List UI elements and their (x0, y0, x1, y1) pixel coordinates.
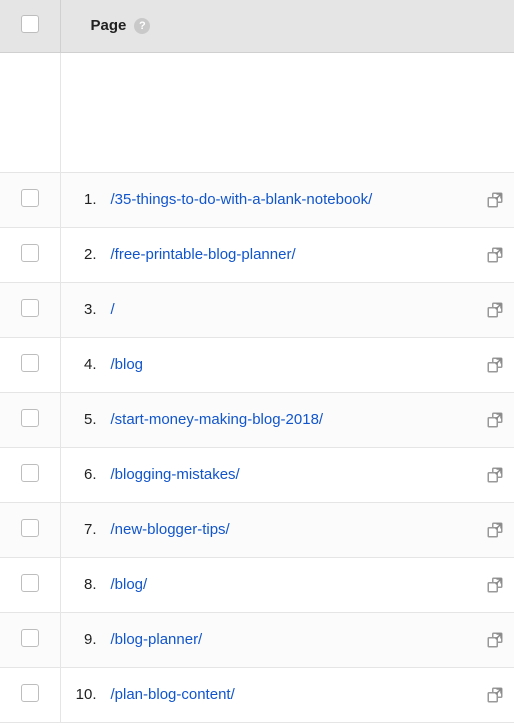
row-checkbox-cell (0, 337, 60, 392)
row-checkbox[interactable] (21, 299, 39, 317)
table-row: 5./start-money-making-blog-2018/ (0, 392, 514, 447)
open-external-icon[interactable] (486, 301, 504, 319)
row-checkbox[interactable] (21, 409, 39, 427)
spacer-content-cell (60, 52, 514, 172)
row-rank: 10. (61, 686, 111, 703)
table-row: 9./blog-planner/ (0, 612, 514, 667)
row-rank: 4. (61, 356, 111, 373)
page-path-link[interactable]: /blogging-mistakes/ (111, 465, 479, 485)
open-external-icon[interactable] (486, 411, 504, 429)
open-external-icon[interactable] (486, 466, 504, 484)
header-checkbox-cell (0, 0, 60, 52)
row-content-cell: 1./35-things-to-do-with-a-blank-notebook… (60, 172, 514, 227)
row-checkbox[interactable] (21, 354, 39, 372)
table-row: 1./35-things-to-do-with-a-blank-notebook… (0, 172, 514, 227)
row-rank: 9. (61, 631, 111, 648)
open-external-icon[interactable] (486, 246, 504, 264)
table-row: 4./blog (0, 337, 514, 392)
table-row: 8./blog/ (0, 557, 514, 612)
open-external-icon[interactable] (486, 631, 504, 649)
page-path-link[interactable]: /blog/ (111, 575, 479, 595)
table-row: 7./new-blogger-tips/ (0, 502, 514, 557)
row-checkbox-cell (0, 172, 60, 227)
row-content-cell: 8./blog/ (60, 557, 514, 612)
page-path-link[interactable]: /free-printable-blog-planner/ (111, 245, 479, 265)
row-content-cell: 4./blog (60, 337, 514, 392)
row-checkbox-cell (0, 667, 60, 722)
row-checkbox[interactable] (21, 574, 39, 592)
table-header-row: Page ? (0, 0, 514, 52)
pages-table: Page ? 1./35-things-to-do-with-a-blank-n… (0, 0, 514, 723)
row-checkbox[interactable] (21, 519, 39, 537)
row-content-cell: 3./ (60, 282, 514, 337)
row-checkbox-cell (0, 612, 60, 667)
table-row: 3./ (0, 282, 514, 337)
row-checkbox-cell (0, 282, 60, 337)
select-all-checkbox[interactable] (21, 15, 39, 33)
row-checkbox-cell (0, 227, 60, 282)
page-path-link[interactable]: /plan-blog-content/ (111, 685, 479, 705)
open-external-icon[interactable] (486, 191, 504, 209)
row-checkbox[interactable] (21, 684, 39, 702)
row-rank: 3. (61, 301, 111, 318)
row-rank: 5. (61, 411, 111, 428)
page-path-link[interactable]: /blog-planner/ (111, 630, 479, 650)
row-content-cell: 5./start-money-making-blog-2018/ (60, 392, 514, 447)
row-content-cell: 7./new-blogger-tips/ (60, 502, 514, 557)
open-external-icon[interactable] (486, 521, 504, 539)
page-path-link[interactable]: /blog (111, 355, 479, 375)
row-rank: 1. (61, 191, 111, 208)
spacer-checkbox-cell (0, 52, 60, 172)
row-checkbox[interactable] (21, 244, 39, 262)
open-external-icon[interactable] (486, 686, 504, 704)
page-path-link[interactable]: /new-blogger-tips/ (111, 520, 479, 540)
row-rank: 6. (61, 466, 111, 483)
row-rank: 8. (61, 576, 111, 593)
row-rank: 2. (61, 246, 111, 263)
row-content-cell: 10./plan-blog-content/ (60, 667, 514, 722)
table-row: 10./plan-blog-content/ (0, 667, 514, 722)
row-checkbox[interactable] (21, 629, 39, 647)
row-checkbox-cell (0, 392, 60, 447)
row-checkbox[interactable] (21, 464, 39, 482)
row-content-cell: 9./blog-planner/ (60, 612, 514, 667)
table-row: 2./free-printable-blog-planner/ (0, 227, 514, 282)
table-row: 6./blogging-mistakes/ (0, 447, 514, 502)
header-page-cell[interactable]: Page ? (60, 0, 514, 52)
page-path-link[interactable]: /start-money-making-blog-2018/ (111, 410, 479, 430)
spacer-row (0, 52, 514, 172)
page-path-link[interactable]: /35-things-to-do-with-a-blank-notebook/ (111, 190, 479, 210)
row-checkbox-cell (0, 502, 60, 557)
row-checkbox-cell (0, 557, 60, 612)
row-checkbox[interactable] (21, 189, 39, 207)
row-rank: 7. (61, 521, 111, 538)
row-content-cell: 6./blogging-mistakes/ (60, 447, 514, 502)
column-header-page: Page (91, 17, 127, 34)
open-external-icon[interactable] (486, 576, 504, 594)
help-icon[interactable]: ? (134, 18, 150, 34)
row-checkbox-cell (0, 447, 60, 502)
row-content-cell: 2./free-printable-blog-planner/ (60, 227, 514, 282)
page-path-link[interactable]: / (111, 300, 479, 320)
open-external-icon[interactable] (486, 356, 504, 374)
